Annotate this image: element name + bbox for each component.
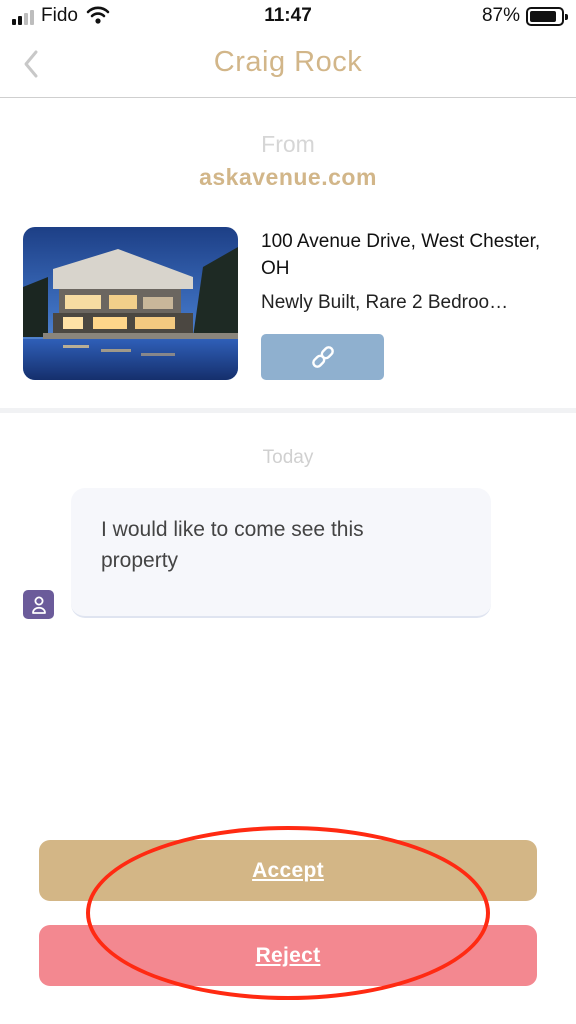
link-icon: [311, 346, 334, 368]
accept-button[interactable]: Accept: [39, 840, 537, 901]
avatar[interactable]: [23, 590, 54, 619]
status-bar: Fido 11:47 87%: [0, 0, 576, 34]
battery-icon: [526, 7, 568, 26]
chat-date-label: Today: [262, 447, 314, 468]
page-title: Craig Rock: [213, 46, 363, 78]
property-image[interactable]: [23, 227, 238, 380]
message-bubble: I would like to come see this property: [71, 488, 491, 618]
battery-percentage: 87%: [481, 5, 520, 26]
property-address: 100 Avenue Drive, West Chester, OH: [261, 231, 541, 279]
source-site-link[interactable]: askavenue.com: [0, 164, 576, 191]
navigation-bar: Craig Rock: [0, 34, 576, 98]
reject-button[interactable]: Reject: [39, 925, 537, 986]
user-icon: [31, 596, 46, 614]
property-link-button[interactable]: [261, 334, 384, 380]
from-label: From: [261, 131, 315, 157]
property-description: Newly Built, Rare 2 Bedroo…: [261, 292, 509, 313]
message-text: I would like to come see this property: [101, 518, 364, 572]
section-divider: [0, 408, 576, 413]
